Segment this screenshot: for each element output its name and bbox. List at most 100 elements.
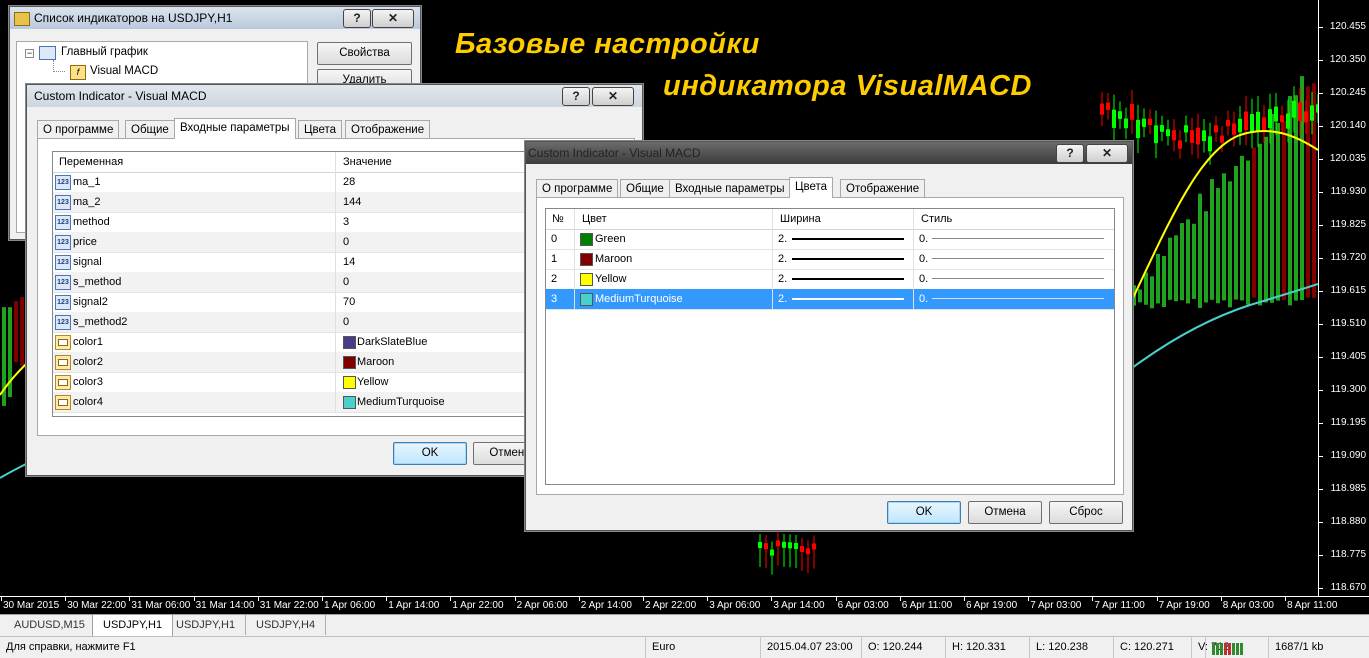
- color-name[interactable]: MediumTurquoise: [595, 293, 683, 305]
- symbol-tab[interactable]: AUDUSD,M15: [4, 615, 96, 635]
- inputs-dialog-titlebar[interactable]: Custom Indicator - Visual MACD ? ✕: [27, 85, 642, 107]
- col-number-header[interactable]: №: [552, 213, 564, 225]
- line-width-value[interactable]: 2.: [778, 273, 787, 285]
- tree-root-main-chart[interactable]: Главный график: [61, 46, 148, 58]
- line-style-value[interactable]: 0.: [919, 293, 928, 305]
- param-value[interactable]: 0: [343, 276, 349, 288]
- connection-bars-icon[interactable]: [1205, 637, 1270, 658]
- col-separator: [335, 252, 336, 272]
- line-style-value[interactable]: 0.: [919, 233, 928, 245]
- color-swatch: [343, 336, 356, 349]
- color-name[interactable]: Yellow: [595, 273, 626, 285]
- color-name[interactable]: Maroon: [595, 253, 632, 265]
- col-value-header[interactable]: Значение: [343, 156, 392, 168]
- candle-body: [1106, 102, 1110, 110]
- time-label: 1 Apr 22:00: [452, 600, 504, 611]
- line-style-value[interactable]: 0.: [919, 273, 928, 285]
- tab-common[interactable]: Общие: [125, 120, 175, 139]
- param-value[interactable]: 0: [343, 236, 349, 248]
- line-width-value[interactable]: 2.: [778, 253, 787, 265]
- tab-about[interactable]: О программе: [37, 120, 120, 139]
- candle-body: [1124, 118, 1128, 129]
- param-value[interactable]: 0: [343, 316, 349, 328]
- colors-dialog-titlebar[interactable]: Custom Indicator - Visual MACD ? ✕: [526, 142, 1132, 164]
- tab-inputs[interactable]: Входные параметры: [174, 118, 296, 139]
- help-button[interactable]: ?: [562, 87, 590, 106]
- line-width-value[interactable]: 2.: [778, 233, 787, 245]
- ok-button[interactable]: OK: [887, 501, 961, 524]
- cancel-button[interactable]: Отмена: [968, 501, 1042, 524]
- price-tick: [1319, 27, 1323, 28]
- param-value[interactable]: MediumTurquoise: [357, 396, 445, 408]
- color-swatch: [343, 376, 356, 389]
- help-button[interactable]: ?: [343, 9, 371, 28]
- param-value[interactable]: Maroon: [357, 356, 394, 368]
- table-row[interactable]: 1 Maroon 2. 0.: [546, 249, 1114, 270]
- param-value[interactable]: Yellow: [357, 376, 388, 388]
- param-value[interactable]: 144: [343, 196, 361, 208]
- col-separator: [335, 212, 336, 232]
- time-tick: [65, 597, 67, 601]
- time-label: 31 Mar 22:00: [259, 600, 319, 611]
- param-value[interactable]: 28: [343, 176, 355, 188]
- close-button[interactable]: ✕: [592, 87, 634, 106]
- tree-collapse-icon[interactable]: −: [25, 49, 34, 58]
- table-row[interactable]: 0 Green 2. 0.: [546, 229, 1114, 250]
- close-button[interactable]: ✕: [1086, 144, 1128, 163]
- ok-button[interactable]: OK: [393, 442, 467, 465]
- indicator-list-titlebar[interactable]: Список индикаторов на USDJPY,H1 ? ✕: [10, 7, 420, 29]
- tab-colors[interactable]: Цвета: [298, 120, 343, 139]
- candle-body: [1196, 127, 1200, 145]
- tab-visualization[interactable]: Отображение: [840, 179, 926, 198]
- col-style-header[interactable]: Стиль: [921, 213, 952, 225]
- col-width-header[interactable]: Ширина: [780, 213, 821, 225]
- time-label: 30 Mar 2015: [3, 600, 60, 611]
- price-label: 119.090: [1330, 450, 1366, 461]
- time-tick: [129, 597, 131, 601]
- tree-item-visual-macd[interactable]: Visual MACD: [90, 65, 158, 77]
- tab-visualization[interactable]: Отображение: [345, 120, 431, 139]
- tab-colors[interactable]: Цвета: [789, 177, 834, 198]
- properties-button[interactable]: Свойства: [317, 42, 412, 65]
- tab-common[interactable]: Общие: [620, 179, 670, 198]
- candle-body: [1268, 109, 1272, 128]
- help-button[interactable]: ?: [1056, 144, 1084, 163]
- col-separator: [772, 209, 773, 229]
- table-row[interactable]: 2 Yellow 2. 0.: [546, 269, 1114, 290]
- candle-body: [1220, 135, 1224, 143]
- param-value[interactable]: DarkSlateBlue: [357, 336, 427, 348]
- table-row[interactable]: 3 MediumTurquoise 2. 0.: [546, 289, 1114, 310]
- time-tick: [322, 597, 323, 601]
- candle-body: [1112, 109, 1116, 128]
- col-color-header[interactable]: Цвет: [582, 213, 607, 225]
- candle-body: [1238, 118, 1242, 133]
- line-width-value[interactable]: 2.: [778, 293, 787, 305]
- symbol-tab[interactable]: USDJPY,H4: [246, 615, 327, 635]
- tab-inputs[interactable]: Входные параметры: [669, 179, 791, 198]
- candle-body: [806, 548, 810, 555]
- symbol-tab[interactable]: USDJPY,H1: [166, 615, 247, 635]
- symbol-tab[interactable]: USDJPY,H1: [92, 615, 174, 637]
- color-name[interactable]: Green: [595, 233, 626, 245]
- colors-grid[interactable]: № Цвет Ширина Стиль 0 Green 2. 0. 1 Maroon 2. 0…: [545, 208, 1115, 485]
- candle-body: [1274, 106, 1278, 122]
- candle-body: [1226, 119, 1230, 127]
- candle-body: [776, 540, 780, 547]
- param-name: s_method2: [73, 316, 128, 328]
- line-style-value[interactable]: 0.: [919, 253, 928, 265]
- col-separator: [335, 272, 336, 292]
- param-value[interactable]: 3: [343, 216, 349, 228]
- histogram-bar: [1234, 165, 1238, 300]
- indicator-list-title: Список индикаторов на USDJPY,H1: [34, 11, 233, 25]
- reset-button[interactable]: Сброс: [1049, 501, 1123, 524]
- close-button[interactable]: ✕: [372, 9, 414, 28]
- color-swatch: [580, 293, 593, 306]
- col-separator: [913, 249, 914, 269]
- status-traffic: 1687/1 kb: [1268, 637, 1369, 658]
- param-value[interactable]: 14: [343, 256, 355, 268]
- time-label: 7 Apr 19:00: [1158, 600, 1210, 611]
- tab-about[interactable]: О программе: [536, 179, 619, 198]
- col-variable-header[interactable]: Переменная: [59, 156, 123, 168]
- param-value[interactable]: 70: [343, 296, 355, 308]
- candle-body: [1184, 125, 1188, 133]
